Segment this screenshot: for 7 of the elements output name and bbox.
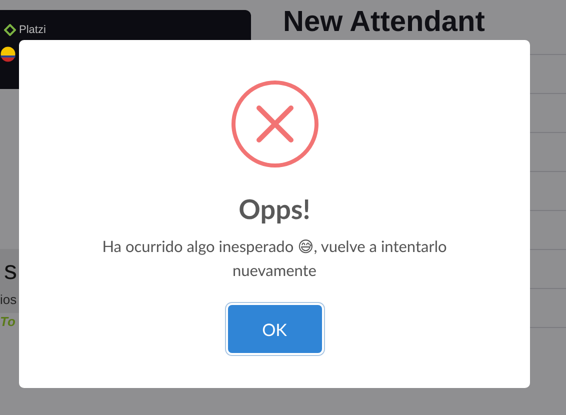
body-text: ios [0, 292, 17, 307]
dialog-message: Ha ocurrido algo inesperado 😅, vuelve a intentarlo nuevamente [101, 237, 448, 282]
dialog-title: Opps! [238, 192, 310, 225]
ok-button[interactable]: OK [228, 305, 322, 353]
page-heading: New Attendant [283, 6, 486, 38]
brand-name: Platzi [19, 24, 46, 36]
section-title: s [4, 255, 17, 286]
